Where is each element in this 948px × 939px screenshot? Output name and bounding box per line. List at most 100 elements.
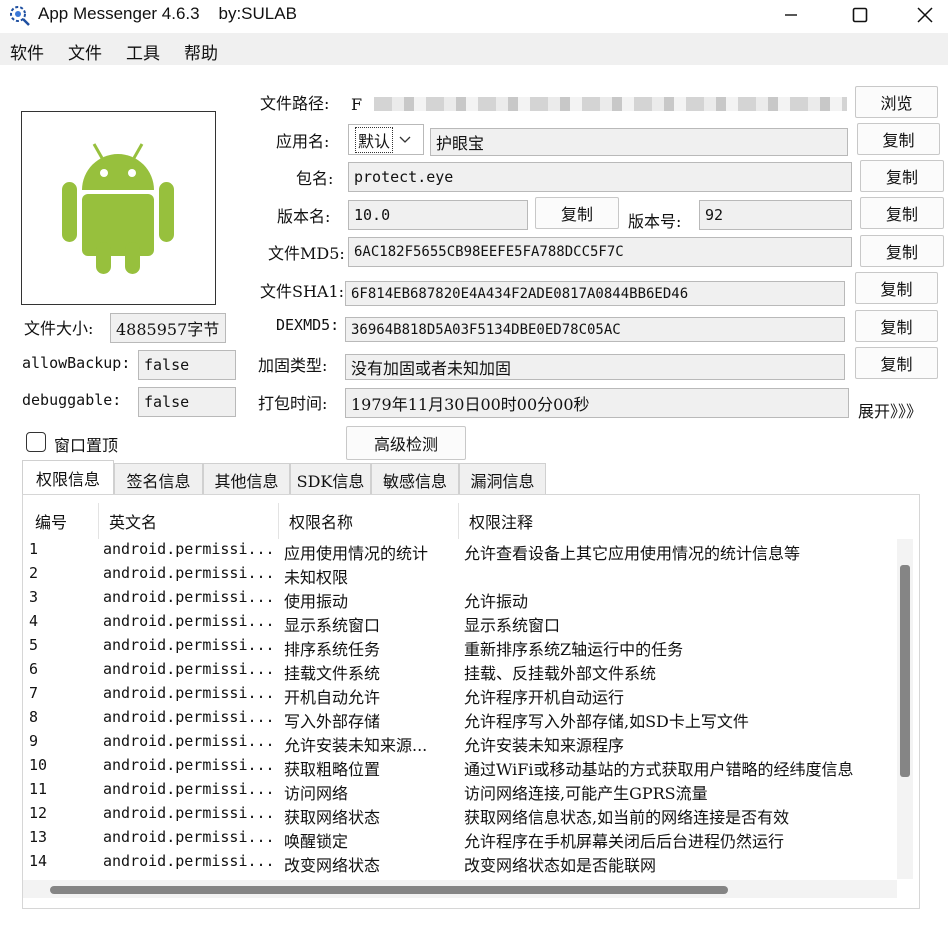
pack-time-label: 打包时间: bbox=[258, 394, 328, 413]
dexmd5-label: DEXMD5: bbox=[276, 316, 340, 334]
package-field[interactable]: protect.eye bbox=[348, 162, 852, 192]
vertical-scrollbar-thumb[interactable] bbox=[900, 565, 910, 777]
table-row[interactable]: 3 android.permissi... 使用振动 允许振动 bbox=[23, 587, 897, 611]
row-id: 11 bbox=[29, 780, 48, 798]
column-header-permission-note[interactable]: 权限注释 bbox=[459, 503, 897, 539]
copy-sha1-button[interactable]: 复制 bbox=[855, 272, 938, 304]
table-row[interactable]: 4 android.permissi... 显示系统窗口 显示系统窗口 bbox=[23, 611, 897, 635]
app-name-field[interactable]: 护眼宝 bbox=[430, 128, 848, 156]
row-permission-name: 允许安装未知来源... bbox=[284, 736, 428, 755]
table-row[interactable]: 7 android.permissi... 开机自动允许 允许程序开机自动运行 bbox=[23, 683, 897, 707]
row-permission-name: 排序系统任务 bbox=[284, 640, 381, 659]
row-permission-note: 重新排序系统Z轴运行中的任务 bbox=[464, 640, 684, 659]
copy-app-name-button[interactable]: 复制 bbox=[857, 123, 940, 155]
pack-time-field[interactable]: 1979年11月30日00时00分00秒 bbox=[345, 388, 849, 418]
allow-backup-label: allowBackup: bbox=[22, 354, 131, 372]
permission-table-body: 1 android.permissi... 应用使用情况的统计 允许查看设备上其… bbox=[23, 539, 897, 879]
tab-signature[interactable]: 签名信息 bbox=[114, 463, 203, 495]
column-header-permission-name[interactable]: 权限名称 bbox=[279, 503, 459, 539]
row-id: 5 bbox=[29, 636, 39, 654]
copy-package-button[interactable]: 复制 bbox=[860, 160, 944, 192]
column-header-english-name[interactable]: 英文名 bbox=[99, 503, 279, 539]
row-english-name: android.permissi... bbox=[103, 588, 275, 606]
table-row[interactable]: 9 android.permissi... 允许安装未知来源... 允许安装未知… bbox=[23, 731, 897, 755]
table-row[interactable]: 1 android.permissi... 应用使用情况的统计 允许查看设备上其… bbox=[23, 539, 897, 563]
tab-other[interactable]: 其他信息 bbox=[203, 463, 290, 495]
table-row[interactable]: 5 android.permissi... 排序系统任务 重新排序系统Z轴运行中… bbox=[23, 635, 897, 659]
allow-backup-field[interactable]: false bbox=[138, 350, 236, 380]
version-name-field[interactable]: 10.0 bbox=[348, 200, 528, 230]
column-header-id[interactable]: 编号 bbox=[25, 503, 99, 539]
file-path-value: F bbox=[351, 94, 363, 114]
copy-harden-button[interactable]: 复制 bbox=[855, 347, 938, 379]
row-permission-note: 通过WiFi或移动基站的方式获取用户错略的经纬度信息 bbox=[464, 760, 854, 779]
horizontal-scrollbar-thumb[interactable] bbox=[50, 886, 728, 894]
tab-vulnerability[interactable]: 漏洞信息 bbox=[459, 463, 546, 495]
expand-link[interactable]: 展开》》》 bbox=[858, 398, 922, 422]
row-english-name: android.permissi... bbox=[103, 612, 275, 630]
table-row[interactable]: 13 android.permissi... 唤醒锁定 允许程序在手机屏幕关闭后… bbox=[23, 827, 897, 851]
table-row[interactable]: 6 android.permissi... 挂载文件系统 挂载、反挂载外部文件系… bbox=[23, 659, 897, 683]
browse-button[interactable]: 浏览 bbox=[855, 86, 938, 118]
md5-field[interactable]: 6AC182F5655CB98EEFE5FA788DCC5F7C bbox=[348, 237, 852, 267]
menu-software[interactable]: 软件 bbox=[10, 39, 44, 64]
minimize-button[interactable] bbox=[768, 0, 814, 30]
sha1-field[interactable]: 6F814EB687820E4A434F2ADE0817A0844BB6ED46 bbox=[345, 281, 845, 306]
android-robot-icon bbox=[62, 143, 174, 274]
harden-type-field[interactable]: 没有加固或者未知加固 bbox=[345, 354, 845, 380]
window-title: App Messenger 4.6.3 by:SULAB bbox=[38, 4, 297, 23]
copy-version-name-button[interactable]: 复制 bbox=[535, 197, 619, 229]
app-name-locale-select[interactable]: 默认 bbox=[348, 124, 424, 155]
dexmd5-field[interactable]: 36964B818D5A03F5134DBE0ED78C05AC bbox=[345, 317, 845, 342]
pin-window-checkbox[interactable] bbox=[26, 432, 46, 452]
version-code-label: 版本号: bbox=[628, 212, 682, 231]
row-permission-note: 允许程序开机自动运行 bbox=[464, 688, 625, 707]
copy-version-code-button[interactable]: 复制 bbox=[860, 197, 944, 229]
table-row[interactable]: 2 android.permissi... 未知权限 bbox=[23, 563, 897, 587]
table-row[interactable]: 8 android.permissi... 写入外部存储 允许程序写入外部存储,… bbox=[23, 707, 897, 731]
row-english-name: android.permissi... bbox=[103, 828, 275, 846]
row-permission-name: 开机自动允许 bbox=[284, 688, 381, 707]
row-english-name: android.permissi... bbox=[103, 708, 275, 726]
row-permission-name: 挂载文件系统 bbox=[284, 664, 381, 683]
table-row[interactable]: 12 android.permissi... 获取网络状态 获取网络信息状态,如… bbox=[23, 803, 897, 827]
debuggable-field[interactable]: false bbox=[138, 387, 236, 417]
copy-dexmd5-button[interactable]: 复制 bbox=[855, 310, 938, 342]
maximize-button[interactable] bbox=[837, 0, 883, 30]
row-english-name: android.permissi... bbox=[103, 684, 275, 702]
row-id: 1 bbox=[29, 540, 39, 558]
row-english-name: android.permissi... bbox=[103, 564, 275, 582]
row-permission-name: 唤醒锁定 bbox=[284, 832, 349, 851]
row-permission-note: 获取网络信息状态,如当前的网络连接是否有效 bbox=[464, 808, 790, 827]
file-size-field[interactable]: 4885957字节 bbox=[110, 313, 226, 343]
close-icon bbox=[917, 7, 933, 23]
row-id: 13 bbox=[29, 828, 48, 846]
row-id: 7 bbox=[29, 684, 39, 702]
pin-window-label: 窗口置顶 bbox=[54, 436, 119, 455]
table-row[interactable]: 11 android.permissi... 访问网络 访问网络连接,可能产生G… bbox=[23, 779, 897, 803]
row-id: 8 bbox=[29, 708, 39, 726]
row-permission-note: 允许振动 bbox=[464, 592, 529, 611]
row-english-name: android.permissi... bbox=[103, 780, 275, 798]
tab-sensitive[interactable]: 敏感信息 bbox=[371, 463, 459, 495]
table-row[interactable]: 10 android.permissi... 获取粗略位置 通过WiFi或移动基… bbox=[23, 755, 897, 779]
row-english-name: android.permissi... bbox=[103, 852, 275, 870]
menu-help[interactable]: 帮助 bbox=[184, 39, 218, 64]
row-english-name: android.permissi... bbox=[103, 804, 275, 822]
row-id: 14 bbox=[29, 852, 48, 870]
menu-tools[interactable]: 工具 bbox=[126, 39, 160, 64]
row-permission-name: 写入外部存储 bbox=[284, 712, 381, 731]
copy-md5-button[interactable]: 复制 bbox=[860, 235, 944, 267]
app-icon-preview bbox=[21, 111, 216, 305]
close-button[interactable] bbox=[902, 0, 948, 30]
tab-sdk[interactable]: SDK信息 bbox=[290, 463, 371, 495]
row-english-name: android.permissi... bbox=[103, 732, 275, 750]
row-english-name: android.permissi... bbox=[103, 756, 275, 774]
tab-permissions[interactable]: 权限信息 bbox=[22, 460, 114, 495]
menu-file[interactable]: 文件 bbox=[68, 39, 102, 64]
table-row[interactable]: 14 android.permissi... 改变网络状态 改变网络状态如是否能… bbox=[23, 851, 897, 875]
advanced-check-button[interactable]: 高级检测 bbox=[346, 426, 466, 460]
version-code-field[interactable]: 92 bbox=[699, 200, 852, 230]
file-path-field[interactable]: F bbox=[345, 88, 853, 120]
row-permission-note: 显示系统窗口 bbox=[464, 616, 561, 635]
